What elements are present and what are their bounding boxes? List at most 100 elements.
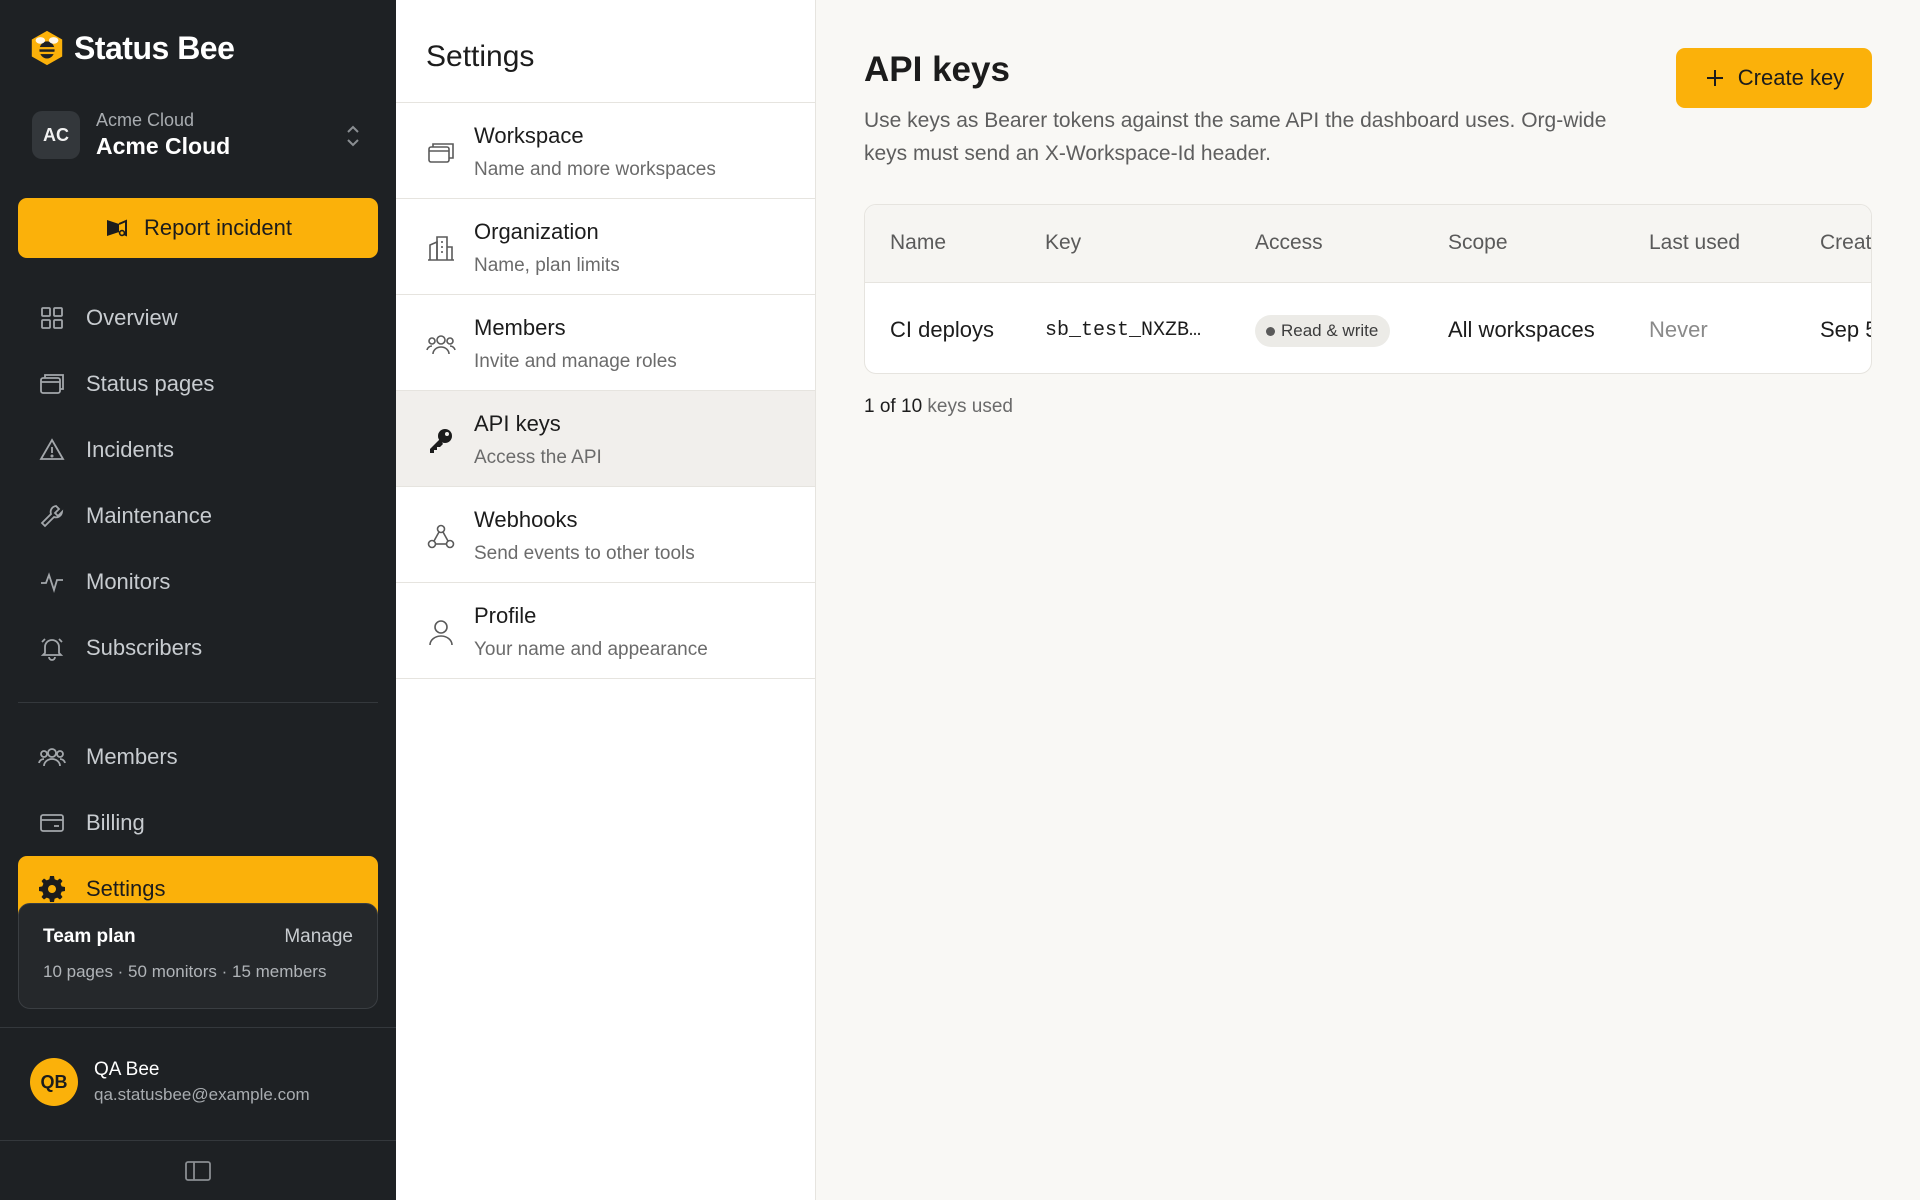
users-icon [38, 748, 66, 767]
warning-icon [39, 438, 65, 460]
settings-item-desc: Invite and manage roles [474, 351, 677, 372]
nav-label: Status pages [86, 371, 215, 396]
column-header-access[interactable]: Access [1255, 231, 1323, 255]
keys-used-of: of [879, 396, 896, 417]
brand-name: Status Bee [74, 29, 235, 66]
webhook-icon [427, 524, 455, 549]
settings-item-title: Members [474, 315, 566, 340]
nav-item-subscribers[interactable]: Subscribers [18, 615, 378, 681]
settings-item-desc: Your name and appearance [474, 639, 708, 660]
key-name: CI deploys [890, 317, 994, 342]
divider [0, 1140, 396, 1141]
settings-nav: Settings Workspace Name and more workspa… [396, 0, 816, 1200]
table-header: Name Key Access Scope Last used Created [865, 205, 1871, 283]
users-icon [426, 335, 456, 355]
pulse-icon [41, 572, 63, 593]
plan-card: Team plan Manage 10 pages · 50 monitors … [18, 903, 378, 1009]
plan-limits: 10 pages · 50 monitors · 15 members [43, 962, 327, 981]
report-incident-button[interactable]: Report incident [18, 198, 378, 258]
gear-icon [39, 876, 65, 902]
workspace-name: Acme Cloud [96, 133, 231, 159]
settings-item-desc: Name and more workspaces [474, 159, 716, 180]
sidebar-toggle-icon[interactable] [184, 1160, 212, 1182]
sidebar: Status Bee AC Acme Cloud Acme Cloud Repo… [0, 0, 396, 1200]
column-header-name[interactable]: Name [890, 231, 946, 255]
nav-item-maintenance[interactable]: Maintenance [18, 483, 378, 549]
nav-item-overview[interactable]: Overview [18, 285, 378, 351]
brand[interactable]: Status Bee [28, 28, 235, 68]
nav-label: Maintenance [86, 503, 212, 528]
user-profile[interactable]: QB QA Bee qa.statusbee@example.com [30, 1058, 310, 1106]
workspace-switcher[interactable]: AC Acme Cloud Acme Cloud [18, 102, 378, 168]
column-header-scope[interactable]: Scope [1448, 231, 1508, 255]
building-icon [428, 236, 454, 261]
keys-usage: 1 of 10 keys used [864, 396, 1013, 418]
bell-icon [40, 638, 64, 661]
settings-item-profile[interactable]: Profile Your name and appearance [396, 583, 815, 679]
nav-item-incidents[interactable]: Incidents [18, 417, 378, 483]
settings-item-webhooks[interactable]: Webhooks Send events to other tools [396, 487, 815, 583]
settings-item-desc: Access the API [474, 447, 602, 468]
settings-item-title: Profile [474, 603, 537, 628]
nav-label: Overview [86, 305, 178, 330]
nav-label: Billing [86, 810, 145, 835]
nav-item-monitors[interactable]: Monitors [18, 549, 378, 615]
manage-plan-link[interactable]: Manage [284, 926, 353, 948]
access-badge: Read & write [1255, 315, 1391, 347]
plus-icon [1706, 70, 1723, 86]
table-row[interactable]: CI deploys sb_test_NXZB… Read & write Al… [865, 283, 1872, 373]
workspace-org: Acme Cloud [96, 110, 195, 130]
bee-logo-icon [31, 30, 63, 66]
settings-item-title: Workspace [474, 123, 584, 148]
workspace-avatar: AC [32, 111, 80, 159]
page-title: API keys [864, 50, 1010, 89]
keys-used-suffix: keys used [927, 396, 1013, 417]
key-icon [430, 429, 452, 453]
settings-list: Workspace Name and more workspaces Organ… [396, 102, 815, 679]
nav-label: Incidents [86, 437, 175, 462]
card-icon [40, 814, 64, 832]
settings-item-desc: Send events to other tools [474, 543, 695, 564]
settings-item-organization[interactable]: Organization Name, plan limits [396, 199, 815, 295]
key-created: Sep 5 [1820, 317, 1872, 342]
user-email: qa.statusbee@example.com [94, 1085, 310, 1104]
api-keys-table: Name Key Access Scope Last used Created … [864, 204, 1872, 374]
main-content: API keys Use keys as Bearer tokens again… [816, 0, 1920, 1200]
primary-nav: Overview Status pages Incidents Maintena… [18, 285, 378, 681]
avatar: QB [30, 1058, 78, 1106]
wrench-icon [40, 505, 64, 528]
nav-label: Subscribers [86, 635, 203, 660]
report-incident-label: Report incident [144, 215, 292, 240]
settings-item-workspace[interactable]: Workspace Name and more workspaces [396, 103, 815, 199]
settings-item-title: Webhooks [474, 507, 578, 532]
settings-item-title: API keys [474, 411, 561, 436]
column-header-last-used[interactable]: Last used [1649, 231, 1740, 255]
settings-item-desc: Name, plan limits [474, 255, 620, 276]
divider [0, 1027, 396, 1028]
create-key-label: Create key [1737, 65, 1845, 90]
stack-icon [428, 143, 454, 163]
plan-name: Team plan [43, 926, 136, 947]
user-name: QA Bee [94, 1059, 160, 1080]
grid-icon [41, 307, 63, 329]
nav-item-status-pages[interactable]: Status pages [18, 351, 378, 417]
create-key-button[interactable]: Create key [1676, 48, 1872, 108]
nav-item-members[interactable]: Members [18, 724, 378, 790]
page-description: Use keys as Bearer tokens against the sa… [864, 109, 1607, 165]
settings-item-title: Organization [474, 219, 599, 244]
column-header-created[interactable]: Created [1820, 231, 1871, 255]
settings-item-api-keys[interactable]: API keys Access the API [396, 391, 815, 487]
nav-label: Monitors [86, 569, 171, 594]
column-header-key[interactable]: Key [1045, 231, 1081, 255]
keys-used-count: 1 [864, 396, 875, 417]
settings-item-members[interactable]: Members Invite and manage roles [396, 295, 815, 391]
user-icon [429, 620, 453, 646]
key-value[interactable]: sb_test_NXZB… [1045, 319, 1201, 342]
key-last-used: Never [1649, 317, 1708, 342]
pages-icon [40, 374, 64, 394]
keys-limit: 10 [901, 396, 923, 417]
settings-title: Settings [426, 40, 535, 73]
nav-item-billing[interactable]: Billing [18, 790, 378, 856]
nav-divider [18, 702, 378, 703]
chevron-up-down-icon [347, 125, 359, 147]
